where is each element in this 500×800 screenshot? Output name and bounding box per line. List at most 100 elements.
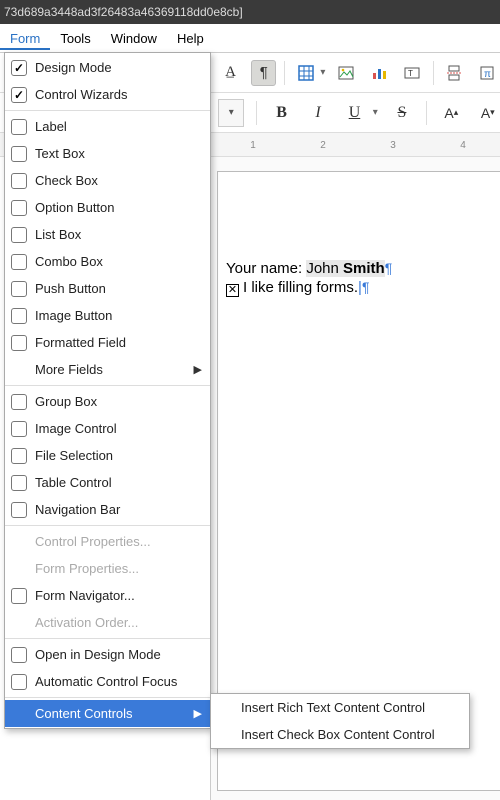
line-2: ✕I like filling forms.|¶ xyxy=(226,279,498,298)
checkbox-icon xyxy=(11,335,27,351)
mi-navigation-bar[interactable]: Navigation Bar xyxy=(5,496,210,523)
font-color-icon[interactable]: A̲ xyxy=(218,60,243,86)
checkbox-icon xyxy=(11,588,27,604)
special-char-icon[interactable]: π xyxy=(475,60,500,86)
mi-label: Content Controls xyxy=(35,706,194,721)
first-name: John xyxy=(306,260,343,277)
insert-image-icon[interactable] xyxy=(333,60,358,86)
checkbox-icon xyxy=(11,647,27,663)
mi-image-button[interactable]: Image Button xyxy=(5,302,210,329)
mi-more-fields[interactable]: More Fields▶ xyxy=(5,356,210,383)
checkbox-icon xyxy=(11,60,27,76)
mi-design-mode[interactable]: Design Mode xyxy=(5,54,210,81)
checkbox-icon xyxy=(11,87,27,103)
page-break-icon[interactable] xyxy=(442,60,467,86)
text-field-value[interactable]: John Smith xyxy=(306,260,384,277)
menu-window[interactable]: Window xyxy=(101,27,167,50)
checkbox-icon xyxy=(11,448,27,464)
mi-control-properties: Control Properties... xyxy=(5,528,210,555)
strikethrough-button[interactable]: S xyxy=(390,100,414,126)
mi-group-box[interactable]: Group Box xyxy=(5,388,210,415)
mi-option-button[interactable]: Option Button xyxy=(5,194,210,221)
window-titlebar: 73d689a3448ad3f26483a46369118dd0e8cb] xyxy=(0,0,500,24)
mi-label: Check Box xyxy=(35,173,202,188)
mi-label: Label xyxy=(35,119,202,134)
table-icon[interactable] xyxy=(293,60,318,86)
mi-auto-control-focus[interactable]: Automatic Control Focus xyxy=(5,668,210,695)
checkbox-icon xyxy=(11,475,27,491)
pilcrow-icon: ¶ xyxy=(385,260,393,276)
menu-separator xyxy=(5,525,210,526)
menu-separator xyxy=(5,110,210,111)
mi-label: Open in Design Mode xyxy=(35,647,202,662)
menu-help[interactable]: Help xyxy=(167,27,214,50)
chevron-right-icon: ▶ xyxy=(194,363,202,376)
italic-button[interactable]: I xyxy=(306,100,330,126)
menu-form[interactable]: Form xyxy=(0,27,50,50)
mi-label[interactable]: Label xyxy=(5,113,210,140)
checkbox-glyph[interactable]: ✕ xyxy=(226,284,239,297)
mi-text-box[interactable]: Text Box xyxy=(5,140,210,167)
checkbox-icon xyxy=(11,200,27,216)
superscript-button[interactable]: A▴ xyxy=(439,100,463,126)
form-menu-dropdown: Design Mode Control Wizards Label Text B… xyxy=(4,52,211,729)
mi-label: Combo Box xyxy=(35,254,202,269)
mi-label: Group Box xyxy=(35,394,202,409)
bold-button[interactable]: B xyxy=(269,100,293,126)
chevron-down-icon[interactable]: ▾ xyxy=(320,67,325,78)
checkbox-icon xyxy=(11,674,27,690)
line-2-text: I like filling forms. xyxy=(243,279,358,296)
letter-a: A xyxy=(444,105,453,121)
line-1: Your name: John Smith¶ xyxy=(226,260,498,279)
mi-check-box[interactable]: Check Box xyxy=(5,167,210,194)
checkbox-icon xyxy=(11,308,27,324)
mi-form-properties: Form Properties... xyxy=(5,555,210,582)
font-size-dropdown[interactable]: ▾ xyxy=(218,99,244,127)
mi-table-control[interactable]: Table Control xyxy=(5,469,210,496)
separator xyxy=(256,101,257,125)
smi-insert-check-box[interactable]: Insert Check Box Content Control xyxy=(211,721,469,748)
pilcrow-icon: ¶ xyxy=(362,279,370,295)
mi-label: Table Control xyxy=(35,475,202,490)
checkbox-icon xyxy=(11,173,27,189)
mi-label: Form Navigator... xyxy=(35,588,202,603)
mi-content-controls[interactable]: Content Controls▶ xyxy=(5,700,210,727)
last-name: Smith xyxy=(343,260,385,277)
mi-label: Navigation Bar xyxy=(35,502,202,517)
mi-open-design-mode[interactable]: Open in Design Mode xyxy=(5,641,210,668)
mi-label: Design Mode xyxy=(35,60,202,75)
ruler-tick: 3 xyxy=(358,140,428,151)
formatting-marks-icon[interactable]: ¶ xyxy=(251,60,276,86)
svg-text:π: π xyxy=(484,69,491,80)
insert-textbox-icon[interactable]: T xyxy=(400,60,425,86)
mi-form-navigator[interactable]: Form Navigator... xyxy=(5,582,210,609)
mi-label: List Box xyxy=(35,227,202,242)
mi-label: Image Button xyxy=(35,308,202,323)
menubar: Form Tools Window Help xyxy=(0,24,500,53)
mi-formatted-field[interactable]: Formatted Field xyxy=(5,329,210,356)
chevron-right-icon: ▶ xyxy=(194,707,202,720)
checkbox-icon xyxy=(11,421,27,437)
ruler-tick: 1 xyxy=(218,140,288,151)
mi-combo-box[interactable]: Combo Box xyxy=(5,248,210,275)
menu-tools[interactable]: Tools xyxy=(50,27,100,50)
mi-image-control[interactable]: Image Control xyxy=(5,415,210,442)
content-controls-submenu: Insert Rich Text Content Control Insert … xyxy=(210,693,470,749)
subscript-button[interactable]: A▾ xyxy=(476,100,500,126)
page-content[interactable]: Your name: John Smith¶ ✕ I like filling f… xyxy=(218,172,500,298)
mi-file-selection[interactable]: File Selection xyxy=(5,442,210,469)
mi-push-button[interactable]: Push Button xyxy=(5,275,210,302)
chevron-down-icon[interactable]: ▾ xyxy=(373,107,378,118)
mi-activation-order: Activation Order... xyxy=(5,609,210,636)
mi-label: Option Button xyxy=(35,200,202,215)
mi-control-wizards[interactable]: Control Wizards xyxy=(5,81,210,108)
insert-chart-icon[interactable] xyxy=(367,60,392,86)
checkbox-icon xyxy=(11,227,27,243)
letter-a: A xyxy=(481,105,490,121)
smi-insert-rich-text[interactable]: Insert Rich Text Content Control xyxy=(211,694,469,721)
mi-list-box[interactable]: List Box xyxy=(5,221,210,248)
mi-label: Automatic Control Focus xyxy=(35,674,202,689)
checkbox-icon xyxy=(11,281,27,297)
underline-button[interactable]: U xyxy=(342,100,366,126)
checkbox-icon xyxy=(11,394,27,410)
